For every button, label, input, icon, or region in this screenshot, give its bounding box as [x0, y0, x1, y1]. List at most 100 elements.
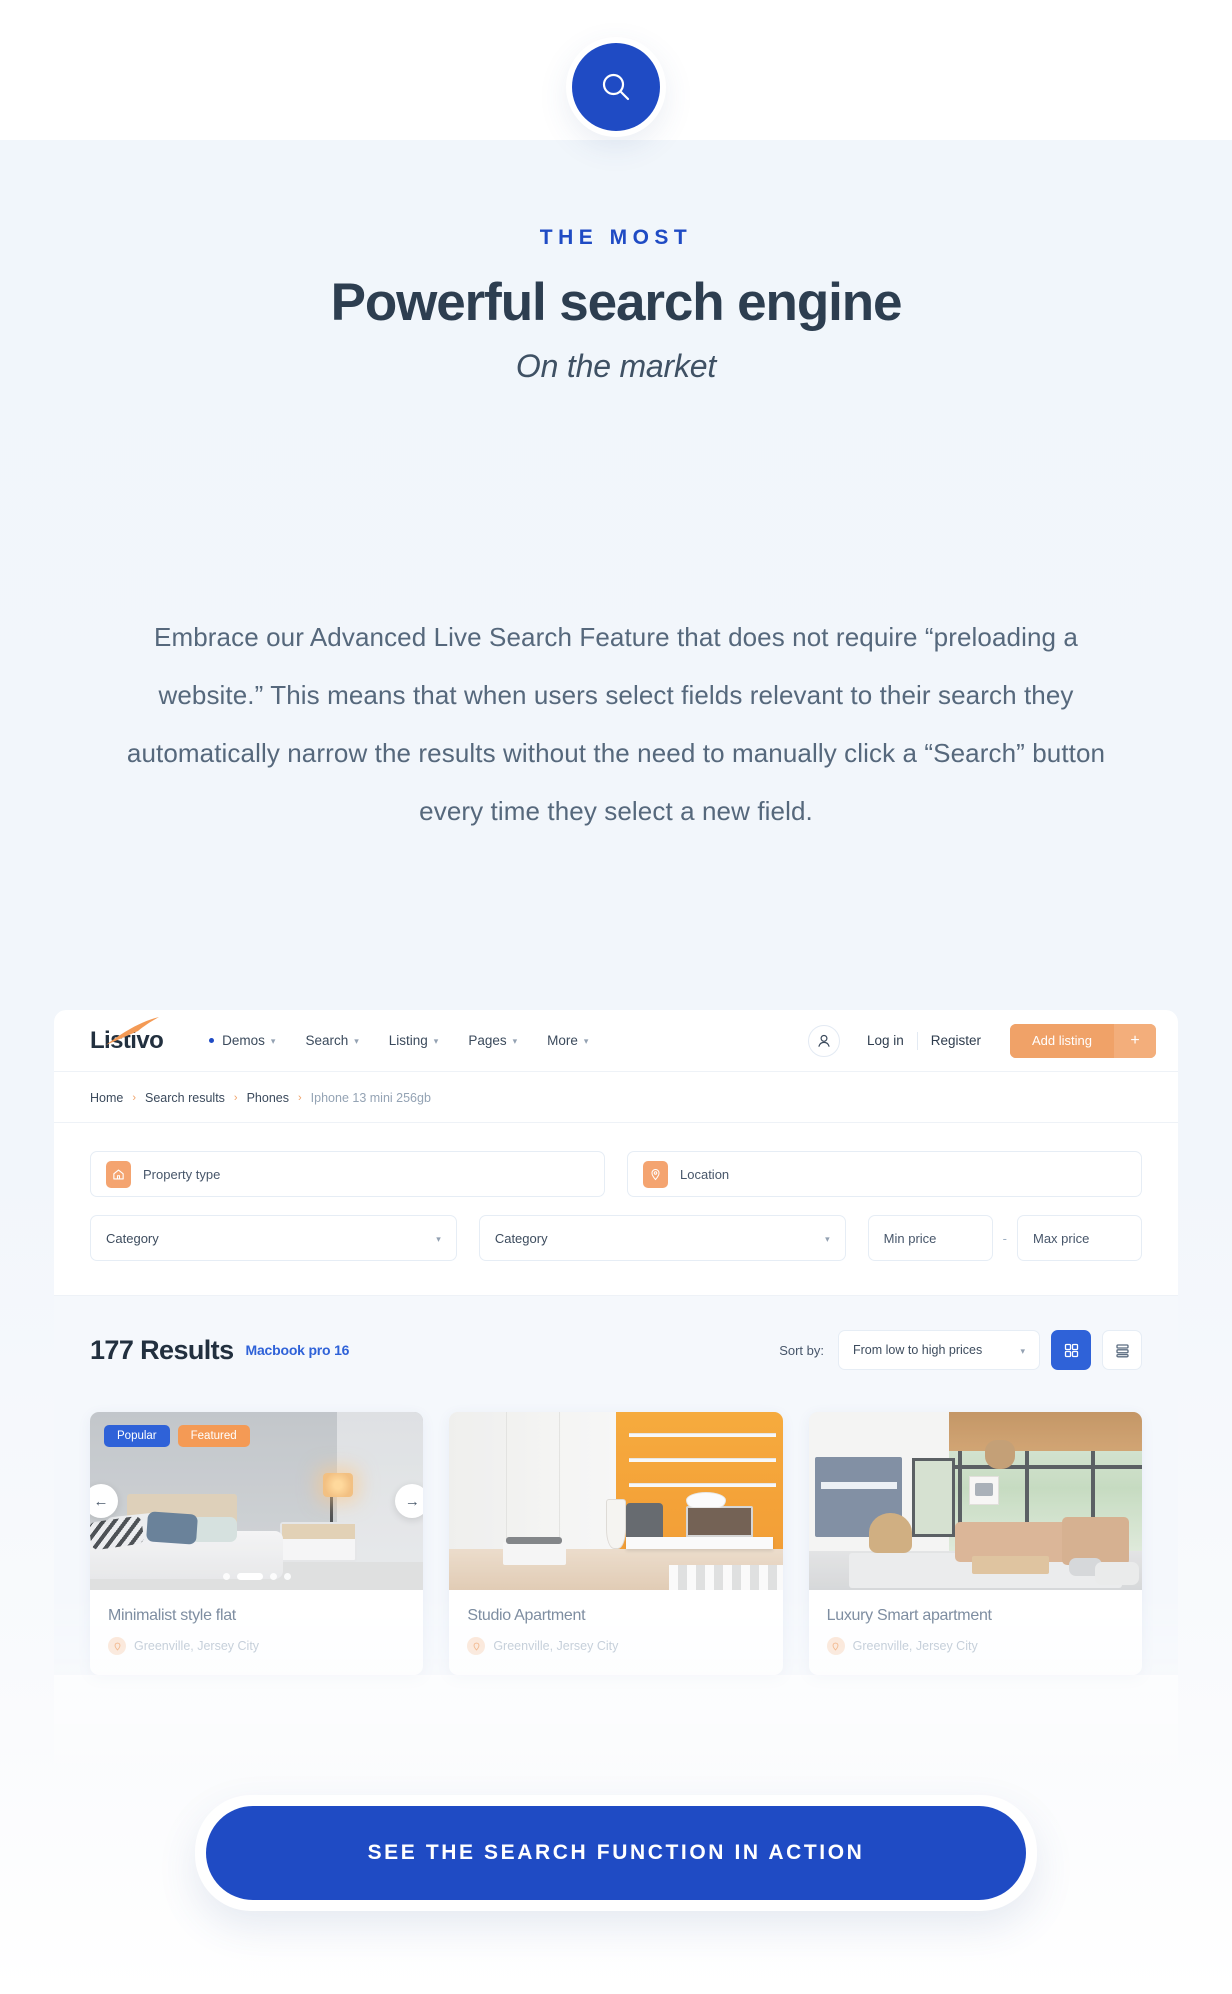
chevron-down-icon: ▾: [583, 1036, 589, 1046]
mockup-navbar: Listivo Demos ▾ Search ▾ Listing ▾ Pages…: [54, 1010, 1178, 1072]
listing-card-image: Popular Featured ← →: [90, 1412, 424, 1590]
hero-eyebrow: THE MOST: [539, 226, 693, 249]
property-type-label: Property type: [143, 1166, 221, 1182]
chevron-down-icon: ▾: [436, 1233, 441, 1244]
results-toolbar: 177 Results Macbook pro 16 Sort by: From…: [90, 1330, 1142, 1370]
listing-title[interactable]: Minimalist style flat: [108, 1607, 405, 1625]
listing-location-text: Greenville, Jersey City: [493, 1639, 619, 1653]
max-price-placeholder: Max price: [1033, 1230, 1090, 1246]
map-pin-icon: [826, 1637, 845, 1655]
chevron-down-icon: ▾: [354, 1036, 359, 1046]
login-link[interactable]: Log in: [854, 1033, 917, 1048]
sort-by-value: From low to high prices: [853, 1343, 983, 1357]
results-count: 177 Results: [90, 1334, 234, 1365]
page-root: THE MOST Powerful search engine On the m…: [0, 0, 1232, 1994]
property-type-field[interactable]: Property type: [90, 1151, 605, 1197]
category-select-2-value: Category: [494, 1230, 548, 1246]
brand-logo-text: Listivo: [90, 1026, 164, 1054]
listing-badges: Popular Featured: [104, 1425, 250, 1447]
listing-title[interactable]: Luxury Smart apartment: [827, 1607, 1124, 1625]
listing-location-text: Greenville, Jersey City: [852, 1639, 978, 1653]
map-pin-icon: [108, 1637, 126, 1655]
user-icon[interactable]: [807, 1024, 840, 1057]
grid-view-icon: [1064, 1343, 1078, 1357]
listing-location-text: Greenville, Jersey City: [134, 1639, 260, 1653]
listing-card-image: [449, 1412, 783, 1590]
nav-item-label: Listing: [388, 1033, 428, 1048]
category-select-2[interactable]: Category ▾: [478, 1215, 846, 1261]
listing-card[interactable]: Studio Apartment Greenville, Jersey City: [449, 1412, 783, 1675]
breadcrumb-item-current: Iphone 13 mini 256gb: [310, 1091, 431, 1105]
nav-item-label: Pages: [468, 1033, 507, 1048]
nav-item-listing[interactable]: Listing ▾: [389, 1033, 439, 1048]
listing-card-image: [808, 1412, 1142, 1590]
breadcrumb-separator-icon: ›: [233, 1092, 238, 1104]
page-title: Powerful search engine: [330, 273, 903, 332]
badge-featured: Featured: [177, 1425, 250, 1447]
search-icon: [572, 43, 660, 131]
results-query: Macbook pro 16: [245, 1342, 350, 1358]
sort-by-label: Sort by:: [779, 1342, 824, 1358]
listing-card-body: Luxury Smart apartment Greenville, Jerse…: [809, 1590, 1142, 1675]
max-price-input[interactable]: Max price: [1017, 1215, 1142, 1261]
nav-item-label: More: [547, 1033, 578, 1048]
listing-cards: Popular Featured ← → Minimalist style fl…: [90, 1412, 1142, 1675]
plus-icon: +: [1114, 1023, 1156, 1058]
category-select-1[interactable]: Category ▾: [90, 1215, 457, 1261]
list-view-icon: [1115, 1343, 1129, 1357]
hero-paragraph: Embrace our Advanced Live Search Feature…: [126, 622, 1106, 826]
nav-links: Demos ▾ Search ▾ Listing ▾ Pages ▾ More: [209, 1033, 588, 1048]
nav-item-more[interactable]: More ▾: [547, 1033, 588, 1048]
filter-row-primary: Property type Location: [90, 1151, 1142, 1197]
carousel-dot-active[interactable]: [236, 1573, 263, 1580]
add-listing-button[interactable]: Add listing +: [1010, 1023, 1156, 1058]
listing-location: Greenville, Jersey City: [108, 1637, 405, 1655]
carousel-dots: [222, 1573, 291, 1580]
map-pin-icon: [643, 1160, 668, 1188]
breadcrumb-item-search-results[interactable]: Search results: [145, 1091, 225, 1105]
grid-view-button[interactable]: [1051, 1330, 1091, 1370]
chevron-down-icon: ▾: [270, 1036, 276, 1046]
sort-by-select[interactable]: From low to high prices ▾: [838, 1330, 1040, 1370]
location-field[interactable]: Location: [627, 1151, 1142, 1197]
search-filters-panel: Property type Location Category ▾ Catego…: [54, 1123, 1178, 1296]
see-search-function-button[interactable]: SEE THE SEARCH FUNCTION IN ACTION: [206, 1806, 1026, 1900]
nav-item-demos[interactable]: Demos ▾: [209, 1033, 275, 1048]
brand-logo[interactable]: Listivo: [90, 1016, 164, 1055]
category-select-1-value: Category: [106, 1230, 159, 1246]
hero-subtitle: On the market: [515, 348, 717, 384]
results-tools: Sort by: From low to high prices ▾: [779, 1330, 1142, 1370]
register-link[interactable]: Register: [918, 1033, 994, 1048]
carousel-next-button[interactable]: →: [395, 1484, 424, 1518]
home-icon: [106, 1160, 131, 1188]
chevron-down-icon: ▾: [512, 1036, 518, 1046]
price-range-group: Min price - Max price: [867, 1215, 1142, 1261]
carousel-dot[interactable]: [283, 1573, 291, 1580]
min-price-input[interactable]: Min price: [867, 1215, 993, 1261]
chevron-down-icon: ▾: [825, 1233, 830, 1244]
app-preview-mockup: Listivo Demos ▾ Search ▾ Listing ▾ Pages…: [54, 1010, 1178, 1800]
nav-item-label: Search: [305, 1033, 349, 1048]
listing-title[interactable]: Studio Apartment: [467, 1607, 764, 1625]
results-area: 177 Results Macbook pro 16 Sort by: From…: [54, 1296, 1178, 1675]
breadcrumb-separator-icon: ›: [132, 1092, 137, 1104]
listing-location: Greenville, Jersey City: [467, 1637, 764, 1655]
breadcrumb-item-home[interactable]: Home: [90, 1091, 123, 1105]
listing-card-body: Studio Apartment Greenville, Jersey City: [449, 1590, 782, 1675]
price-range-dash: -: [1002, 1230, 1007, 1246]
carousel-dot[interactable]: [222, 1573, 230, 1580]
breadcrumb-item-phones[interactable]: Phones: [247, 1091, 289, 1105]
min-price-placeholder: Min price: [883, 1230, 937, 1246]
nav-item-search[interactable]: Search ▾: [305, 1033, 358, 1048]
add-listing-label: Add listing: [1010, 1023, 1114, 1058]
location-label: Location: [680, 1166, 730, 1182]
filter-row-secondary: Category ▾ Category ▾ Min price - Max pr…: [90, 1215, 1142, 1261]
nav-right-actions: Log in Register Add listing +: [807, 1023, 1156, 1058]
listing-card[interactable]: Luxury Smart apartment Greenville, Jerse…: [808, 1412, 1142, 1675]
nav-item-label: Demos: [222, 1033, 265, 1048]
listing-card[interactable]: Popular Featured ← → Minimalist style fl…: [90, 1412, 424, 1675]
nav-item-pages[interactable]: Pages ▾: [468, 1033, 517, 1048]
badge-popular: Popular: [104, 1425, 170, 1447]
carousel-dot[interactable]: [269, 1573, 277, 1580]
list-view-button[interactable]: [1102, 1330, 1142, 1370]
